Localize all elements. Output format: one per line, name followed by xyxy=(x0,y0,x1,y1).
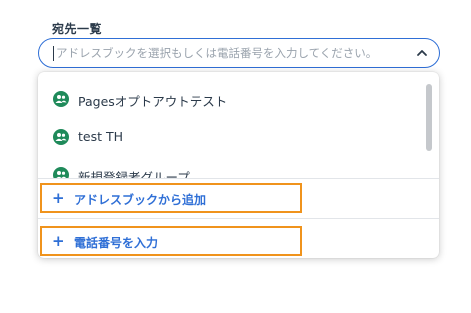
list-item-label: 新規登録者グループ xyxy=(78,170,190,178)
group-icon xyxy=(53,91,69,107)
enter-phone-number-label: 電話番号を入力 xyxy=(74,236,159,250)
group-icon xyxy=(53,129,69,145)
divider xyxy=(38,178,439,179)
text-caret xyxy=(53,46,54,61)
address-book-list: Pagesオプトアウトテスト test TH 新規登録者グループ xyxy=(38,72,439,178)
chevron-up-icon[interactable] xyxy=(416,47,428,59)
list-item[interactable]: test TH xyxy=(38,118,418,156)
field-label: 宛先一覧 xyxy=(52,22,103,36)
recipient-dropdown: Pagesオプトアウトテスト test TH 新規登録者グループ + アドレスブ… xyxy=(38,72,439,258)
list-item-label: Pagesオプトアウトテスト xyxy=(78,94,228,109)
add-from-address-book-label: アドレスブックから追加 xyxy=(74,193,207,207)
add-from-address-book-button[interactable]: + アドレスブックから追加 xyxy=(40,183,302,213)
recipient-select-placeholder: アドレスブックを選択もしくは電話番号を入力してください。 xyxy=(56,46,378,60)
plus-icon: + xyxy=(52,189,65,207)
plus-icon: + xyxy=(52,232,65,250)
list-item-label: test TH xyxy=(78,129,124,144)
list-scrollbar[interactable] xyxy=(426,84,432,151)
enter-phone-number-button[interactable]: + 電話番号を入力 xyxy=(40,226,302,256)
list-item[interactable]: 新規登録者グループ xyxy=(38,156,418,178)
list-item[interactable]: Pagesオプトアウトテスト xyxy=(38,80,418,118)
divider xyxy=(38,218,439,219)
recipient-select[interactable]: アドレスブックを選択もしくは電話番号を入力してください。 xyxy=(38,38,440,68)
group-icon xyxy=(53,167,69,178)
